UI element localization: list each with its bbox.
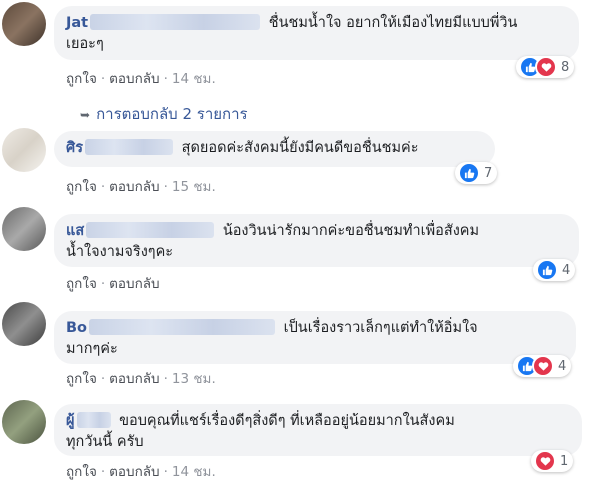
comment-text: น้ำใจงามจริงๆคะ: [66, 244, 174, 260]
like-link[interactable]: ถูกใจ: [66, 179, 97, 195]
reply-link[interactable]: ตอบกลับ: [109, 179, 159, 195]
reaction-count: 4: [558, 358, 567, 374]
reaction-count: 1: [560, 453, 569, 469]
like-link[interactable]: ถูกใจ: [66, 464, 97, 480]
like-link[interactable]: ถูกใจ: [66, 276, 97, 292]
avatar[interactable]: [2, 2, 46, 46]
reply-link[interactable]: ตอบกลับ: [109, 71, 159, 87]
timestamp[interactable]: 13 ชม.: [172, 371, 216, 387]
comment-author[interactable]: ผู้: [66, 413, 75, 429]
replies-label: การตอบกลับ 2 รายการ: [96, 105, 248, 123]
comment-author[interactable]: แส: [66, 223, 84, 239]
comment-author[interactable]: Jat: [66, 15, 88, 31]
comment-bubble: ผู้ ขอบคุณที่แชร์เรื่องดีๆสิ่งดีๆ ที่เหล…: [54, 404, 582, 456]
reaction-count: 4: [562, 262, 571, 278]
like-icon: [458, 162, 480, 184]
comment-author[interactable]: Bo: [66, 320, 87, 336]
comment-bubble: Jat ชื่นชมน้ำใจ อยากให้เมืองไทยมีแบบพี่ว…: [54, 6, 579, 60]
comment-actions: ถูกใจ · ตอบกลับ · 14 ชม.: [66, 464, 216, 480]
reply-link[interactable]: ตอบกลับ: [109, 276, 159, 292]
reaction-summary[interactable]: 7: [455, 162, 498, 184]
avatar[interactable]: [2, 128, 46, 172]
comment-actions: ถูกใจ · ตอบกลับ · 13 ชม.: [66, 371, 216, 387]
reply-link[interactable]: ตอบกลับ: [109, 371, 159, 387]
comment-text: เยอะๆ: [66, 36, 104, 52]
avatar[interactable]: [2, 400, 46, 444]
reply-link[interactable]: ตอบกลับ: [109, 464, 159, 480]
comment-actions: ถูกใจ · ตอบกลับ · 15 ชม.: [66, 179, 216, 195]
reaction-summary[interactable]: 1: [531, 450, 574, 472]
comment-bubble: แส น้องวินน่ารักมากค่ะขอชื่นชมทำเพื่อสัง…: [54, 214, 579, 267]
love-icon: [535, 56, 557, 78]
timestamp[interactable]: 15 ชม.: [172, 179, 216, 195]
comment-text: ชื่นชมน้ำใจ อยากให้เมืองไทยมีแบบพี่วิน: [268, 15, 518, 31]
comment-actions: ถูกใจ · ตอบกลับ · 14 ชม.: [66, 71, 216, 87]
love-icon: [534, 450, 556, 472]
comment-bubble: Bo เป็นเรื่องราวเล็กๆแต่ทำให้อิ่มใจ มากๆ…: [54, 311, 576, 364]
redacted-name: [85, 139, 173, 155]
comment-text: มากๆค่ะ: [66, 341, 118, 357]
avatar[interactable]: [2, 302, 46, 346]
reaction-summary[interactable]: 8: [516, 56, 575, 78]
like-link[interactable]: ถูกใจ: [66, 371, 97, 387]
timestamp[interactable]: 14 ชม.: [172, 464, 216, 480]
redacted-name: [89, 319, 276, 335]
love-icon: [532, 355, 554, 377]
view-replies-link[interactable]: ➥ การตอบกลับ 2 รายการ: [80, 102, 248, 126]
redacted-name: [76, 412, 111, 428]
redacted-name: [90, 14, 261, 30]
comment-text: เป็นเรื่องราวเล็กๆแต่ทำให้อิ่มใจ: [283, 320, 478, 336]
avatar[interactable]: [2, 207, 46, 251]
comment-bubble: ศิร สุดยอดค่ะสังคมนี้ยังมีคนดีขอชื่นชมค่…: [54, 131, 495, 167]
comment-text: สุดยอดค่ะสังคมนี้ยังมีคนดีขอชื่นชมค่ะ: [181, 140, 419, 156]
comment-author[interactable]: ศิร: [66, 140, 83, 156]
redacted-name: [86, 222, 215, 238]
comment-text: ขอบคุณที่แชร์เรื่องดีๆสิ่งดีๆ ที่เหลืออย…: [119, 413, 455, 429]
reaction-summary[interactable]: 4: [533, 259, 576, 281]
comment-actions: ถูกใจ · ตอบกลับ: [66, 276, 160, 292]
reaction-count: 7: [484, 165, 493, 181]
reaction-summary[interactable]: 4: [513, 355, 572, 377]
like-icon: [536, 259, 558, 281]
timestamp[interactable]: 14 ชม.: [172, 71, 216, 87]
like-link[interactable]: ถูกใจ: [66, 71, 97, 87]
comment-text: น้องวินน่ารักมากค่ะขอชื่นชมทำเพื่อสังคม: [222, 223, 480, 239]
reply-arrow-icon: ➥: [80, 108, 91, 122]
reaction-count: 8: [561, 59, 570, 75]
comment-text: ทุกวันนี้ ครับ: [66, 434, 144, 450]
